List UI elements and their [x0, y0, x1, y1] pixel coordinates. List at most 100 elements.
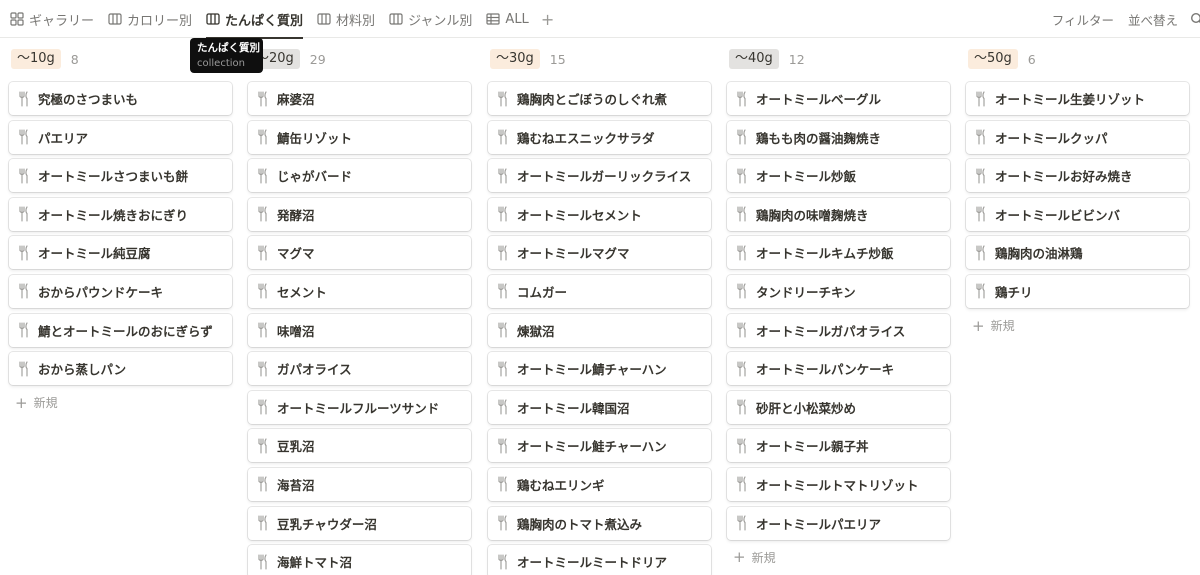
fork-knife-icon	[497, 283, 508, 300]
recipe-card[interactable]: 味噌沼	[248, 313, 471, 347]
fork-knife-icon	[497, 361, 508, 377]
fork-knife-icon	[736, 245, 747, 261]
recipe-card[interactable]: オートミールトマトリゾット	[727, 467, 950, 501]
tab-protein[interactable]: たんぱく質別	[206, 0, 304, 39]
recipe-card[interactable]: パエリア	[9, 120, 232, 154]
new-card-label: 新規	[751, 550, 776, 565]
fork-knife-icon	[497, 476, 508, 492]
recipe-card[interactable]: オートミールセメント	[488, 197, 711, 231]
recipe-card[interactable]: 鶏胸肉のトマト煮込み	[488, 506, 711, 540]
fork-knife-icon	[497, 245, 508, 261]
plus-icon: +	[972, 316, 985, 335]
table-icon	[486, 12, 501, 26]
recipe-card[interactable]: マグマ	[248, 236, 471, 270]
recipe-card[interactable]: オートミールさつまいも餅	[9, 159, 232, 193]
fork-knife-icon	[497, 322, 508, 338]
new-card-button[interactable]: + 新規	[966, 314, 1190, 338]
recipe-card[interactable]: 砂肝と小松菜炒め	[727, 390, 950, 424]
add-view-button[interactable]: +	[541, 10, 554, 29]
recipe-card[interactable]: ガパオライス	[248, 352, 471, 386]
recipe-name: オートミールミートドリア	[517, 555, 668, 571]
recipe-name: 海鮮トマト沼	[277, 555, 353, 571]
recipe-card[interactable]: コムガー	[488, 274, 711, 308]
recipe-card[interactable]: オートミールパエリア	[727, 506, 950, 540]
recipe-card[interactable]: 鶏胸肉の味噌麹焼き	[727, 197, 950, 231]
recipe-card[interactable]: 豆乳チャウダー沼	[248, 506, 471, 540]
recipe-card[interactable]: オートミールガーリックライス	[488, 159, 711, 193]
new-card-button[interactable]: + 新規	[9, 391, 233, 415]
recipe-card[interactable]: じゃがバード	[248, 159, 471, 193]
recipe-card[interactable]: オートミールキムチ炒飯	[727, 236, 950, 270]
group-label[interactable]: 〜40g	[729, 49, 779, 69]
recipe-card[interactable]: オートミールミートドリア	[488, 545, 711, 575]
fork-knife-icon	[736, 129, 747, 145]
recipe-card[interactable]: オートミール韓国沼	[488, 390, 711, 424]
fork-knife-icon	[18, 322, 29, 338]
recipe-name: じゃがバード	[277, 169, 353, 185]
recipe-card[interactable]: オートミール純豆腐	[9, 236, 232, 270]
recipe-name: コムガー	[517, 284, 568, 300]
recipe-card[interactable]: オートミールお好み焼き	[966, 159, 1189, 193]
recipe-card[interactable]: タンドリーチキン	[727, 274, 950, 308]
recipe-card[interactable]: おから蒸しパン	[9, 352, 232, 386]
recipe-card[interactable]: 豆乳沼	[248, 429, 471, 463]
fork-knife-icon	[257, 515, 268, 531]
recipe-card[interactable]: 鶏むねエスニックサラダ	[488, 120, 711, 154]
fork-knife-icon	[497, 515, 508, 531]
new-card-label: 新規	[33, 396, 58, 411]
fork-knife-icon	[497, 206, 508, 222]
recipe-card[interactable]: 究極のさつまいも	[9, 82, 232, 115]
recipe-card[interactable]: セメント	[248, 274, 471, 308]
tab-ingredient[interactable]: 材料別	[317, 0, 375, 38]
sort-button[interactable]: 並べ替え	[1128, 10, 1178, 29]
recipe-name: オートミールパンケーキ	[756, 362, 895, 378]
recipe-card[interactable]: オートミールベーグル	[727, 82, 950, 115]
recipe-card[interactable]: オートミール焼きおにぎり	[9, 197, 232, 231]
recipe-name: オートミールクッパ	[995, 130, 1108, 146]
tab-all[interactable]: ALL	[486, 0, 529, 38]
recipe-card[interactable]: オートミール生姜リゾット	[966, 82, 1189, 115]
recipe-name: オートミール生姜リゾット	[995, 92, 1146, 107]
recipe-card[interactable]: 鶏もも肉の醤油麹焼き	[727, 120, 950, 154]
recipe-card[interactable]: オートミール鮭チャーハン	[488, 429, 711, 463]
fork-knife-icon	[497, 438, 508, 454]
recipe-name: 鶏むねエスニックサラダ	[517, 130, 655, 146]
recipe-card[interactable]: 鶏胸肉の油淋鶏	[966, 236, 1189, 270]
group-label[interactable]: 〜30g	[490, 49, 540, 69]
group-label[interactable]: 〜50g	[968, 49, 1018, 69]
recipe-card[interactable]: 海苔沼	[248, 467, 471, 501]
recipe-card[interactable]: 鶏むねエリンギ	[488, 467, 711, 501]
recipe-card[interactable]: 鯖とオートミールのおにぎらず	[9, 313, 232, 347]
filter-button[interactable]: フィルター	[1052, 10, 1114, 29]
recipe-card[interactable]: オートミールガパオライス	[727, 313, 950, 347]
recipe-card[interactable]: オートミールパンケーキ	[727, 352, 950, 386]
tab-calorie[interactable]: カロリー別	[108, 0, 192, 38]
recipe-card[interactable]: オートミールフルーツサンド	[248, 390, 471, 424]
recipe-name: オートミールキムチ炒飯	[756, 246, 894, 262]
search-icon[interactable]	[1190, 12, 1200, 26]
recipe-card[interactable]: 鯖缶リゾット	[248, 120, 471, 154]
recipe-card[interactable]: 海鮮トマト沼	[248, 545, 471, 575]
recipe-card[interactable]: オートミール親子丼	[727, 429, 950, 463]
recipe-card[interactable]: オートミールクッパ	[966, 120, 1189, 154]
fork-knife-icon	[257, 206, 268, 222]
recipe-card[interactable]: オートミールマグマ	[488, 236, 711, 270]
recipe-card[interactable]: おからパウンドケーキ	[9, 274, 232, 308]
recipe-card[interactable]: オートミールビビンバ	[966, 197, 1189, 231]
fork-knife-icon	[18, 168, 29, 184]
new-card-button[interactable]: + 新規	[727, 545, 951, 569]
tab-gallery[interactable]: ギャラリー	[10, 0, 94, 38]
recipe-card[interactable]: 麻婆沼	[248, 82, 471, 115]
recipe-name: オートミールガーリックライス	[517, 169, 692, 185]
recipe-card[interactable]: 鶏胸肉とごぼうのしぐれ煮	[488, 82, 711, 115]
fork-knife-icon	[975, 168, 986, 184]
recipe-name: 鶏胸肉とごぼうのしぐれ煮	[517, 92, 668, 107]
recipe-card[interactable]: 鶏チリ	[966, 274, 1189, 308]
group-label[interactable]: 〜10g	[11, 49, 61, 69]
recipe-card[interactable]: オートミール炒飯	[727, 159, 950, 193]
recipe-card[interactable]: 煉獄沼	[488, 313, 711, 347]
tab-genre[interactable]: ジャンル別	[389, 0, 472, 38]
recipe-card[interactable]: 発酵沼	[248, 197, 471, 231]
board-column: 〜50g 6 オートミール生姜リゾット オートミールクッパ オートミールお好み焼き オート…	[966, 48, 1190, 338]
recipe-card[interactable]: オートミール鯖チャーハン	[488, 352, 711, 386]
